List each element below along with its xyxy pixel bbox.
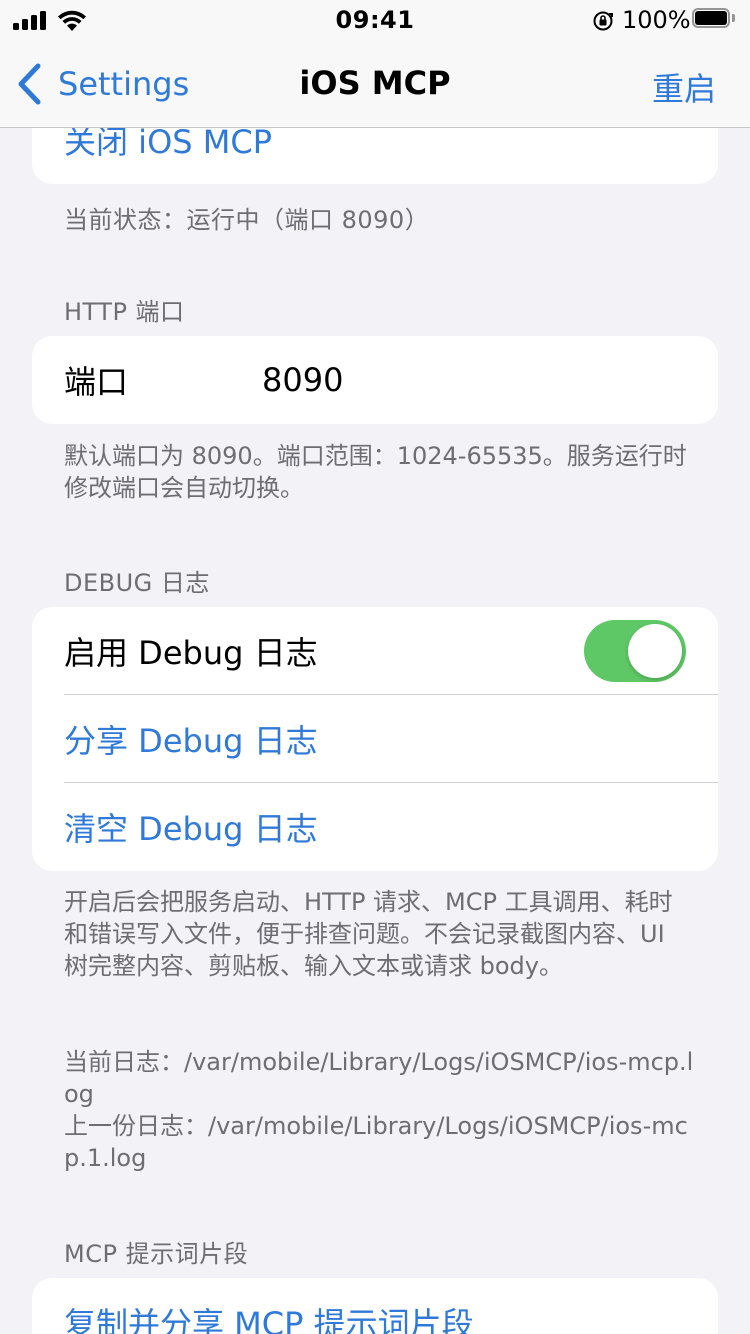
service-status-text: 当前状态：运行中（端口 8090） bbox=[64, 206, 430, 234]
debug-log-header: DEBUG 日志 bbox=[64, 569, 210, 597]
page-title: iOS MCP bbox=[299, 64, 451, 102]
battery-icon bbox=[692, 8, 736, 30]
stop-service-button[interactable]: 关闭 iOS MCP bbox=[64, 128, 718, 184]
debug-log-card: 启用 Debug 日志 分享 Debug 日志 清空 Debug 日志 bbox=[32, 607, 718, 871]
restart-button[interactable]: 重启 bbox=[652, 64, 716, 110]
port-input[interactable]: 8090 bbox=[262, 336, 343, 424]
orientation-lock-icon bbox=[593, 11, 613, 31]
status-bar: 09:41 100% bbox=[0, 0, 750, 40]
copy-share-prompt-button[interactable]: 复制并分享 MCP 提示词片段 bbox=[64, 1278, 718, 1334]
service-card: 关闭 iOS MCP bbox=[32, 128, 718, 184]
enable-debug-log-toggle[interactable] bbox=[584, 620, 686, 682]
share-debug-log-button[interactable]: 分享 Debug 日志 bbox=[64, 695, 718, 783]
navigation-bar: Settings iOS MCP 重启 bbox=[0, 40, 750, 128]
toggle-knob bbox=[628, 624, 682, 678]
http-port-card: 端口 8090 bbox=[32, 336, 718, 424]
debug-log-paths: 当前日志：/var/mobile/Library/Logs/iOSMCP/ios… bbox=[64, 1048, 694, 1172]
battery-percent: 100% bbox=[622, 6, 691, 34]
settings-list[interactable]: 关闭 iOS MCP 当前状态：运行中（端口 8090） HTTP 端口 端口 … bbox=[0, 128, 750, 1334]
http-port-footer: 默认端口为 8090。端口范围：1024-65535。服务运行时修改端口会自动切… bbox=[64, 442, 687, 502]
http-port-header: HTTP 端口 bbox=[64, 298, 185, 326]
clear-debug-log-button[interactable]: 清空 Debug 日志 bbox=[64, 783, 718, 871]
enable-debug-log-label: 启用 Debug 日志 bbox=[64, 634, 318, 672]
debug-log-description: 开启后会把服务启动、HTTP 请求、MCP 工具调用、耗时和错误写入文件，便于排… bbox=[64, 888, 673, 980]
port-label: 端口 bbox=[64, 363, 129, 401]
prompt-snippet-card: 复制并分享 MCP 提示词片段 bbox=[32, 1278, 718, 1334]
prompt-snippet-header: MCP 提示词片段 bbox=[64, 1240, 249, 1268]
